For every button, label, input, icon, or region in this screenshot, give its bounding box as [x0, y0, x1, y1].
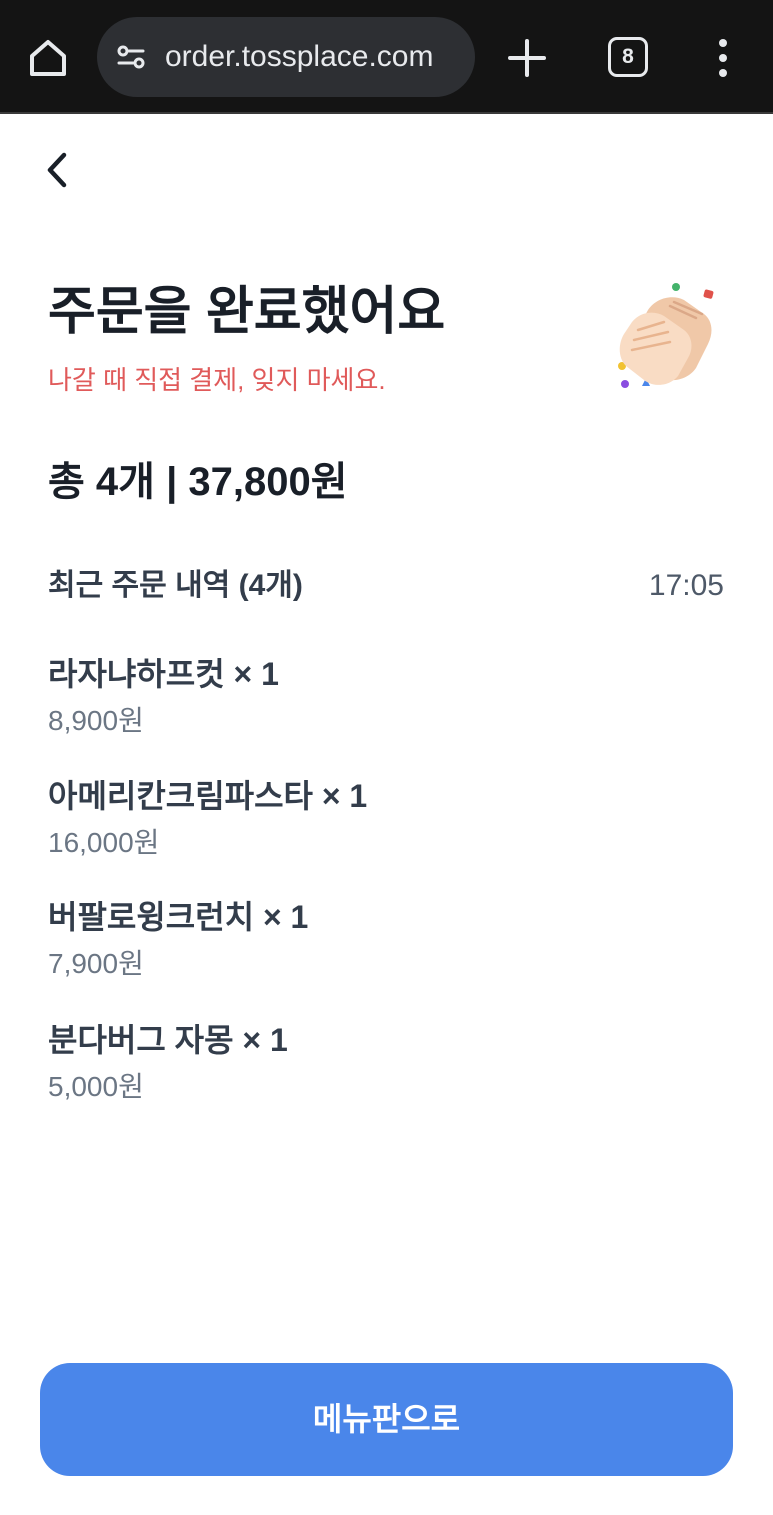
- clapping-hands-icon: [618, 283, 714, 388]
- recent-orders-heading: 최근 주문 내역 (4개): [48, 569, 303, 602]
- order-total: 총 4개 | 37,800원: [48, 460, 348, 504]
- item-price: 16,000원: [48, 827, 160, 858]
- go-to-menu-button[interactable]: 메뉴판으로: [40, 1363, 733, 1476]
- home-icon[interactable]: [24, 34, 72, 82]
- list-item: 분다버그 자몽 × 1 5,000원: [48, 1018, 728, 1118]
- address-bar[interactable]: order.tossplace.com: [97, 17, 475, 97]
- item-price: 8,900원: [48, 705, 144, 736]
- list-item: 라자냐하프컷 × 1 8,900원: [48, 652, 728, 752]
- list-item: 아메리칸크림파스타 × 1 16,000원: [48, 774, 728, 874]
- plus-icon[interactable]: [506, 37, 548, 79]
- item-name: 라자냐하프컷 × 1: [48, 656, 279, 692]
- item-price: 5,000원: [48, 1071, 144, 1102]
- payment-reminder-text: 나갈 때 직접 결제, 잊지 마세요.: [48, 365, 386, 395]
- item-price: 7,900원: [48, 948, 144, 979]
- item-name: 아메리칸크림파스타 × 1: [48, 778, 368, 814]
- item-name: 분다버그 자몽 × 1: [48, 1022, 288, 1058]
- site-settings-icon[interactable]: [113, 39, 149, 75]
- more-vert-icon[interactable]: [708, 37, 738, 79]
- url-text[interactable]: order.tossplace.com: [165, 37, 465, 77]
- page-title: 주문을 완료했어요: [48, 283, 446, 341]
- item-name: 버팔로윙크런치 × 1: [48, 899, 309, 935]
- list-item: 버팔로윙크런치 × 1 7,900원: [48, 895, 728, 995]
- browser-toolbar: order.tossplace.com 8: [0, 0, 773, 114]
- chevron-left-icon[interactable]: [36, 146, 80, 194]
- order-time: 17:05: [648, 569, 724, 602]
- tab-switcher-button[interactable]: 8: [608, 37, 648, 77]
